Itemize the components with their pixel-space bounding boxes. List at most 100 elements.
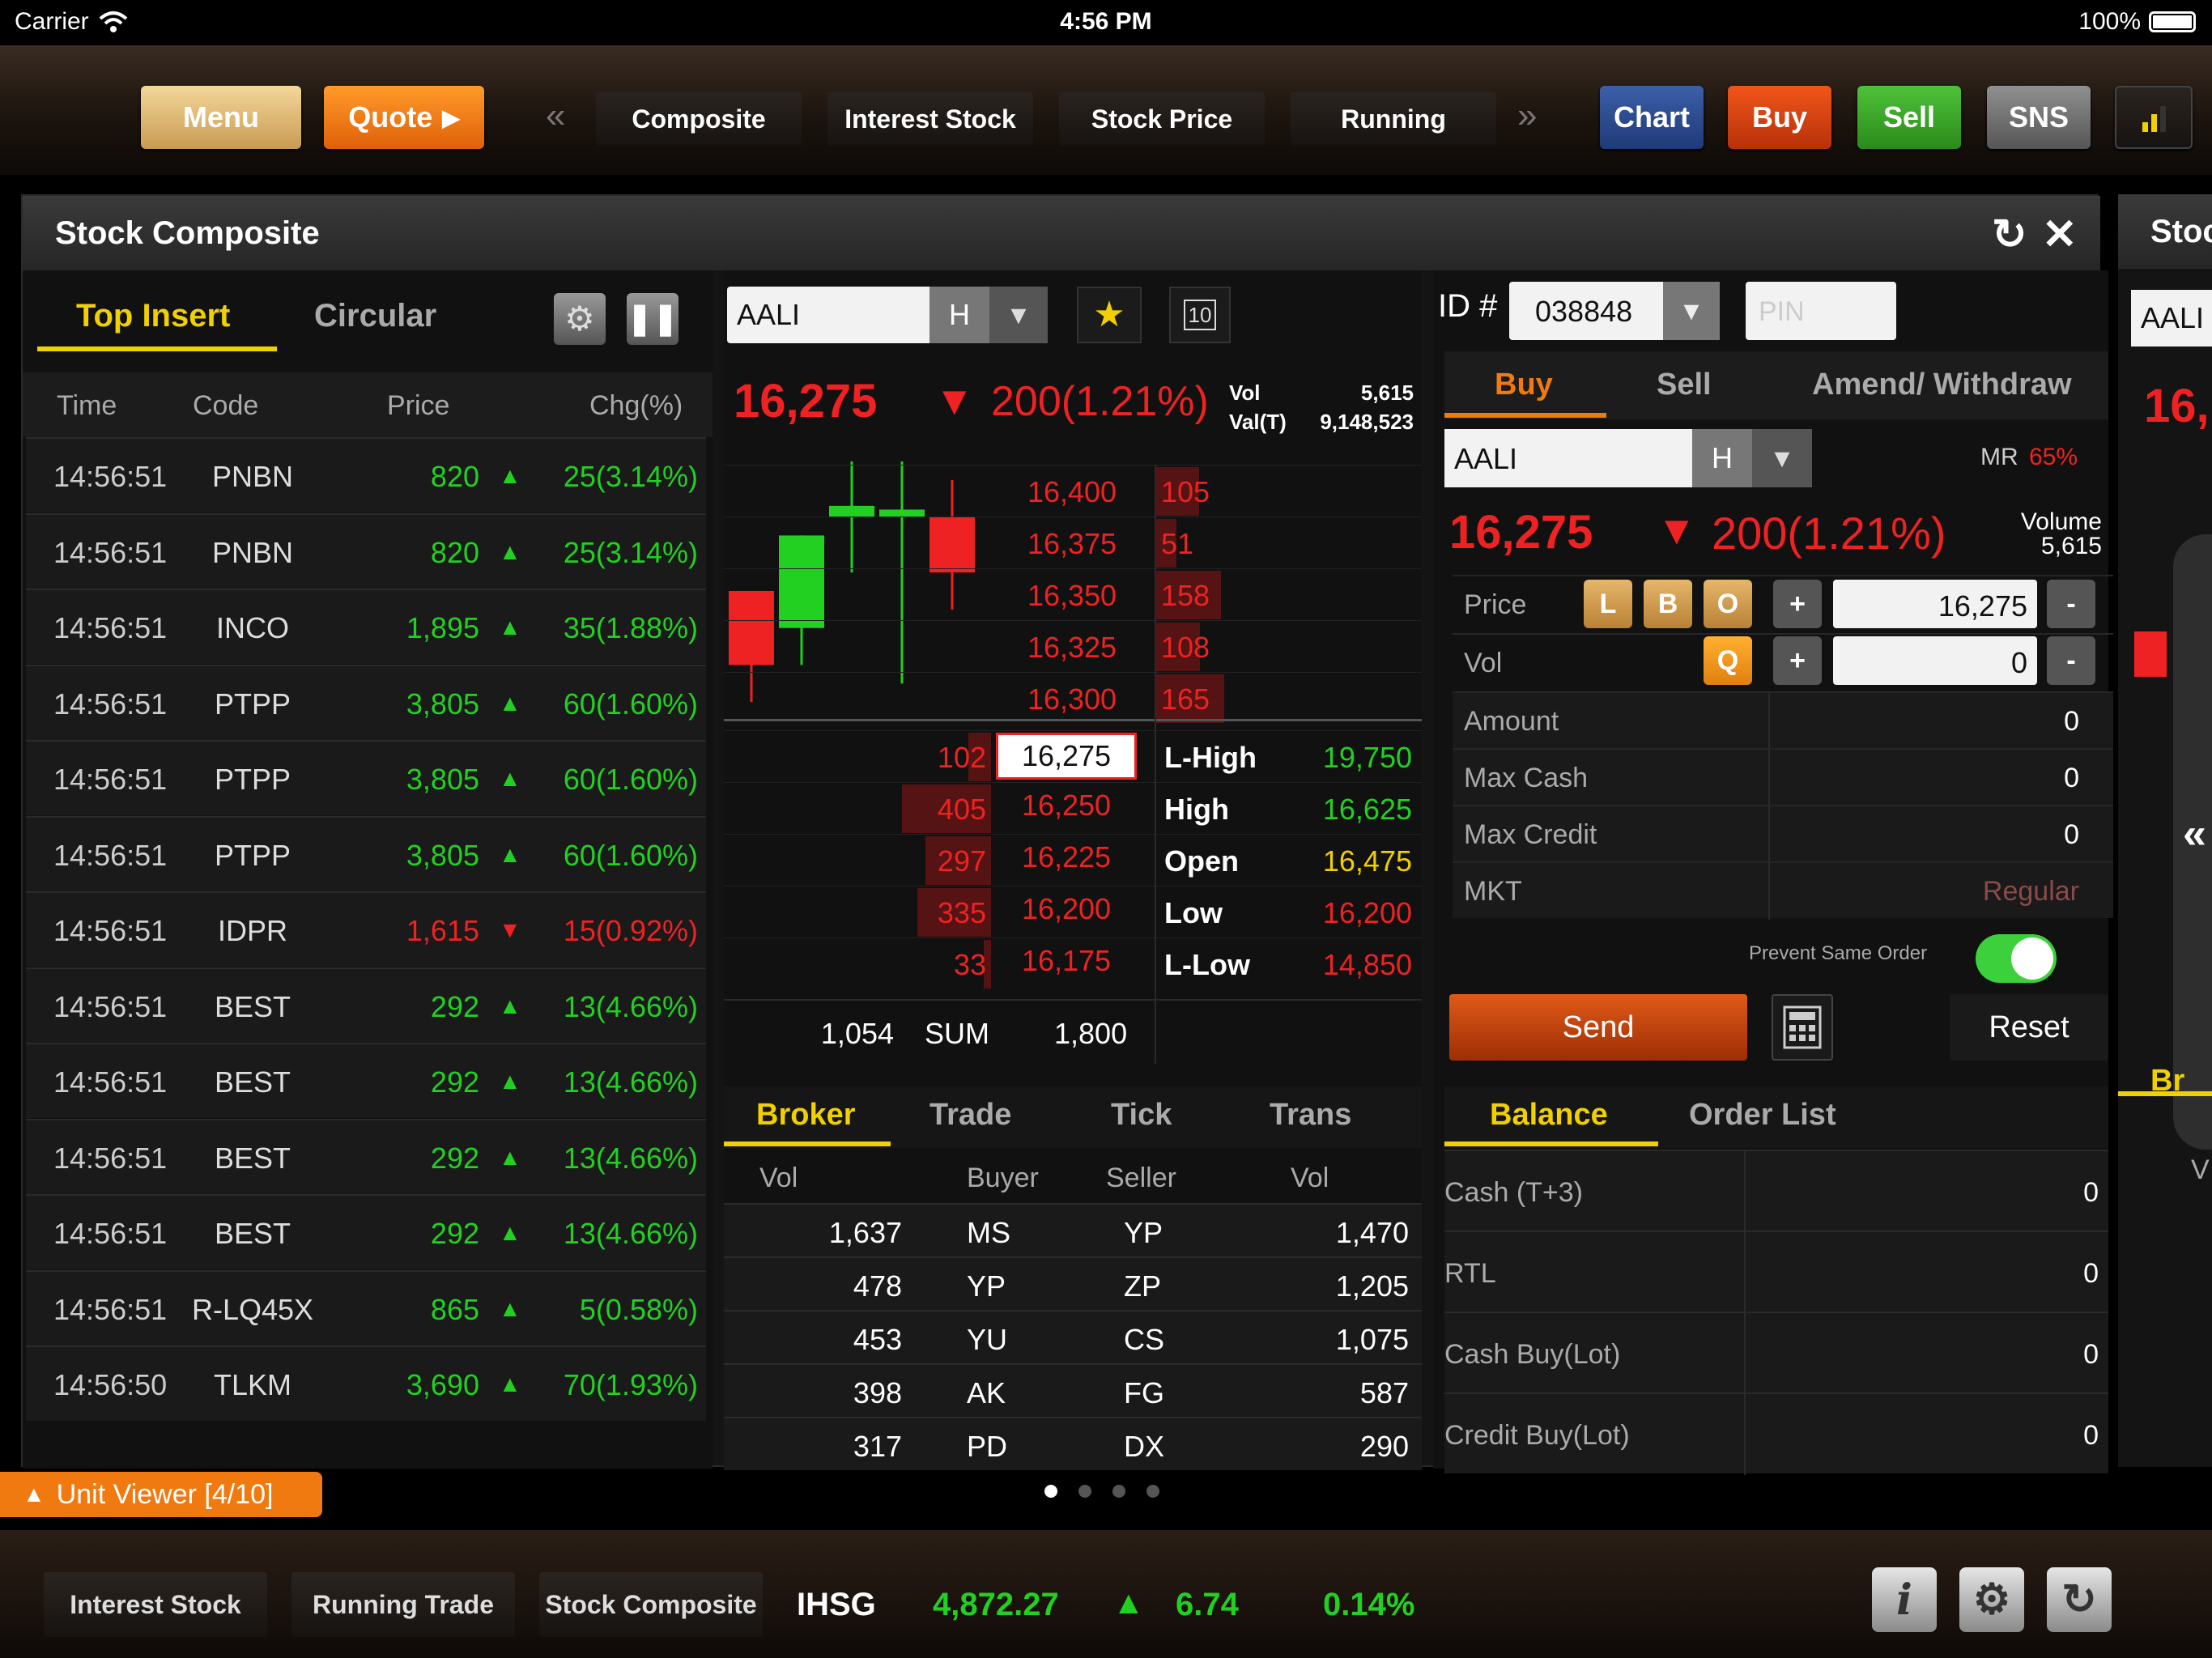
vol-minus-button[interactable]: - (2047, 636, 2095, 685)
table-row[interactable]: 14:56:51 INCO 1,895 ▲ 35(1.88%) (26, 589, 706, 664)
tab-tick[interactable]: Tick (1111, 1098, 1172, 1133)
refresh-icon[interactable]: ↻ (1992, 210, 2027, 259)
menu-button[interactable]: Menu (141, 86, 301, 149)
table-row[interactable]: 14:56:51 BEST 292 ▲ 13(4.66%) (26, 1118, 706, 1194)
broker-row[interactable]: 1,637 MS YP 1,470 (724, 1203, 1422, 1256)
tab-buy[interactable]: Buy (1495, 368, 1553, 402)
table-row[interactable]: 14:56:51 PTPP 3,805 ▲ 60(1.60%) (26, 740, 706, 815)
table-row[interactable]: 14:56:51 IDPR 1,615 ▼ 15(0.92%) (26, 891, 706, 967)
tab-amend-withdraw[interactable]: Amend/ Withdraw (1812, 368, 2072, 402)
star-icon[interactable]: ★ (1077, 287, 1142, 343)
bid-row[interactable]: 297 16,225 Open 16,475 (724, 834, 1422, 886)
broker-row[interactable]: 478 YP ZP 1,205 (724, 1256, 1422, 1310)
info-icon[interactable]: i (1872, 1567, 1937, 1632)
reset-button[interactable]: Reset (1950, 994, 2108, 1061)
tab-running[interactable]: Running (1291, 92, 1496, 146)
bottom-tab-stock-composite[interactable]: Stock Composite (539, 1572, 763, 1637)
next-panel-peek[interactable]: Stoc AALI 16, « Br V (2118, 194, 2212, 1467)
scroll-left-icon[interactable]: « (546, 96, 565, 136)
row-code: PNBN (211, 460, 294, 493)
tab-order-list[interactable]: Order List (1689, 1098, 1836, 1133)
offer-row[interactable]: 16,325 108 (724, 620, 1422, 672)
chevron-down-icon[interactable]: ▼ (1663, 282, 1720, 340)
symbol-input[interactable]: AALI (727, 287, 929, 343)
vol-input[interactable]: 0 (1833, 636, 2037, 685)
tab-stock-price[interactable]: Stock Price (1059, 92, 1265, 146)
unit-viewer-button[interactable]: ▲ Unit Viewer [4/10] (0, 1472, 322, 1517)
pause-icon[interactable]: ❚❚ (627, 293, 678, 345)
chevron-down-icon[interactable]: ▼ (1752, 429, 1812, 487)
settings-gear-icon[interactable]: ⚙ (1959, 1567, 2024, 1632)
close-icon[interactable]: ✕ (2042, 210, 2078, 259)
price-plus-button[interactable]: + (1773, 580, 1822, 628)
offer-row[interactable]: 16,375 51 (724, 517, 1422, 568)
sell-button[interactable]: Sell (1857, 86, 1961, 149)
tab-composite[interactable]: Composite (596, 92, 802, 146)
tab-sell[interactable]: Sell (1657, 368, 1712, 402)
price-minus-button[interactable]: - (2047, 580, 2095, 628)
pin-input[interactable]: PIN (1746, 282, 1896, 340)
tab-top-insert[interactable]: Top Insert (76, 298, 230, 334)
offer-row[interactable]: 16,400 105 (724, 465, 1422, 517)
bottom-tab-running-trade[interactable]: Running Trade (291, 1572, 515, 1637)
chevron-down-icon[interactable]: ▼ (989, 287, 1048, 343)
table-row[interactable]: 14:56:51 PNBN 820 ▲ 25(3.14%) (26, 437, 706, 512)
bottom-tab-interest-stock[interactable]: Interest Stock (44, 1572, 267, 1637)
bid-row[interactable]: 405 16,250 High 16,625 (724, 782, 1422, 834)
bid-row[interactable]: 33 16,175 L-Low 14,850 (724, 937, 1422, 989)
table-row[interactable]: 14:56:51 R-LQ45X 865 ▲ 5(0.58%) (26, 1269, 706, 1346)
tab-trans[interactable]: Trans (1270, 1098, 1351, 1133)
offer-row[interactable]: 16,300 165 (724, 672, 1422, 724)
send-button[interactable]: Send (1449, 994, 1747, 1061)
buy-volume: 398 (853, 1376, 902, 1409)
price-input[interactable]: 16,275 (1833, 580, 2037, 628)
order-symbol-input[interactable]: AALI (1444, 429, 1692, 487)
status-bar: 4:56 PM Carrier 100% (0, 0, 2212, 45)
price-open-button[interactable]: O (1704, 580, 1752, 628)
broker-row[interactable]: 317 PD DX 290 (724, 1417, 1422, 1470)
tab-circular[interactable]: Circular (314, 298, 436, 334)
tab-broker[interactable]: Broker (756, 1098, 856, 1133)
table-row[interactable]: 14:56:50 TLKM 3,690 ▲ 70(1.93%) (26, 1346, 706, 1421)
price-low-button[interactable]: L (1584, 580, 1632, 628)
broker-row[interactable]: 453 YU CS 1,075 (724, 1310, 1422, 1363)
index-value: 4,872.27 (933, 1587, 1059, 1622)
table-row[interactable]: 14:56:51 PNBN 820 ▲ 25(3.14%) (26, 512, 706, 589)
table-row[interactable]: 14:56:51 PTPP 3,805 ▲ 60(1.60%) (26, 664, 706, 740)
quantity-max-button[interactable]: Q (1704, 636, 1752, 685)
signal-button[interactable] (2115, 86, 2193, 149)
chart-button[interactable]: Chart (1600, 86, 1704, 149)
quote-button[interactable]: Quote ▶ (324, 86, 484, 149)
prevent-same-order-toggle[interactable] (1976, 934, 2057, 983)
bid-row[interactable]: 102 16,275 L-High 19,750 (724, 730, 1422, 782)
gear-icon[interactable]: ⚙ (554, 293, 606, 345)
offer-row[interactable]: 16,350 158 (724, 568, 1422, 620)
scroll-right-icon[interactable]: » (1517, 96, 1537, 136)
peek-handle[interactable]: « (2173, 534, 2212, 1150)
tab-balance[interactable]: Balance (1490, 1098, 1608, 1133)
board-select[interactable]: H (929, 287, 989, 343)
buy-button[interactable]: Buy (1728, 86, 1831, 149)
row-price: 3,805 (406, 687, 479, 721)
page-dot[interactable] (1112, 1485, 1125, 1498)
page-dot[interactable] (1078, 1485, 1091, 1498)
price-best-button[interactable]: B (1644, 580, 1692, 628)
bid-row[interactable]: 335 16,200 Low 16,200 (724, 886, 1422, 937)
page-dot[interactable] (1146, 1485, 1159, 1498)
table-row[interactable]: 14:56:51 BEST 292 ▲ 13(4.66%) (26, 967, 706, 1043)
broker-row[interactable]: 398 AK FG 587 (724, 1363, 1422, 1417)
vol-plus-button[interactable]: + (1773, 636, 1822, 685)
page-indicator[interactable] (1044, 1485, 1159, 1498)
depth-ten-icon[interactable]: 10 (1169, 287, 1231, 343)
sns-button[interactable]: SNS (1987, 86, 2091, 149)
logout-icon[interactable]: ↻ (2047, 1567, 2112, 1632)
account-id-select[interactable]: 038848 (1509, 282, 1663, 340)
table-row[interactable]: 14:56:51 PTPP 3,805 ▲ 60(1.60%) (26, 815, 706, 891)
calculator-icon[interactable] (1772, 994, 1833, 1061)
table-row[interactable]: 14:56:51 BEST 292 ▲ 13(4.66%) (26, 1043, 706, 1118)
order-board-select[interactable]: H (1692, 429, 1752, 487)
tab-trade[interactable]: Trade (929, 1098, 1011, 1133)
tab-interest-stock[interactable]: Interest Stock (827, 92, 1033, 146)
table-row[interactable]: 14:56:51 BEST 292 ▲ 13(4.66%) (26, 1194, 706, 1269)
page-dot-active[interactable] (1044, 1485, 1057, 1498)
